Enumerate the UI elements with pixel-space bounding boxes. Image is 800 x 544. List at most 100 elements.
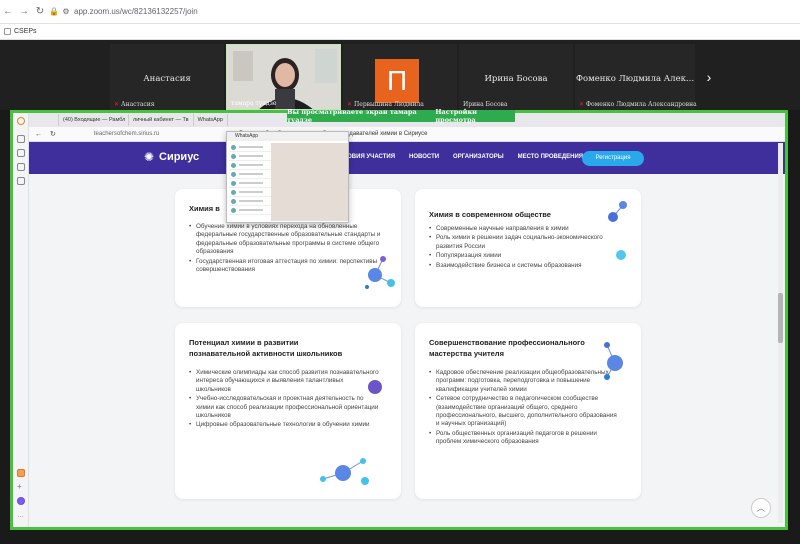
alice-icon[interactable] <box>17 497 25 505</box>
inner-url[interactable]: teachersofchem.sirius.ru <box>94 131 159 137</box>
tab-controls <box>29 114 59 126</box>
mic-muted-icon: ✕ <box>114 101 120 108</box>
participant-tile[interactable]: Анастасия ✕ Анастасия <box>110 44 224 110</box>
site-settings-icon[interactable]: ⚙ <box>60 7 72 16</box>
site-header: ✺ Сириус УСЛОВИЯ УЧАСТИЯ НОВОСТИ ОРГАНИЗ… <box>29 142 785 174</box>
participant-name: Фоменко Людмила Алек... <box>575 74 695 84</box>
site-logo[interactable]: Сириус <box>159 151 199 163</box>
participant-label: ✕ Анастасия <box>114 101 155 108</box>
mic-muted-icon: ✕ <box>579 101 585 108</box>
chevron-up-icon: ︿ <box>756 503 766 513</box>
chat-item[interactable] <box>229 197 271 206</box>
whatsapp-content <box>229 143 348 221</box>
address-bar[interactable]: app.zoom.us/wc/82136132257/join <box>74 7 198 16</box>
card-title: Химия в современном обществе <box>429 210 551 219</box>
bookmark-icon <box>4 28 11 35</box>
topic-card: Химия в современном обществе Современные… <box>415 189 641 307</box>
back-icon[interactable]: ← <box>0 6 16 17</box>
view-settings-button[interactable]: Настройки просмотра <box>435 108 515 124</box>
scroll-to-top-button[interactable]: ︿ <box>751 498 771 518</box>
vk-icon[interactable] <box>17 163 25 171</box>
participant-tile[interactable]: Фоменко Людмила Алек... ✕ Фоменко Людмила… <box>575 44 697 110</box>
list-item: Сетевое сотрудничество в педагогическом … <box>429 395 619 429</box>
chat-item[interactable] <box>229 170 271 179</box>
molecule-icon <box>595 337 635 381</box>
bookmarks-bar: CSEPs <box>0 24 800 40</box>
list-item: Кадровое обеспечение реализации общеобра… <box>429 369 619 394</box>
participant-name: Ирина Босова <box>484 74 548 84</box>
participant-label: Ирина Босова <box>463 101 508 108</box>
participant-label: тамара туадзе <box>231 100 277 107</box>
list-item: Роль химии в решении задач социально-эко… <box>429 234 629 251</box>
extension-icon[interactable] <box>17 469 25 477</box>
more-icon[interactable]: … <box>17 512 25 521</box>
list-item: Роль общественных организаций педагогов … <box>429 430 619 447</box>
scrollbar[interactable] <box>778 143 783 523</box>
card-list: Химические олимпиады как способ развития… <box>189 369 379 431</box>
mic-muted-icon: ✕ <box>347 101 353 108</box>
scroll-thumb[interactable] <box>778 293 783 343</box>
chat-item[interactable] <box>229 206 271 215</box>
list-item: Современные научные направления в химии <box>429 225 629 234</box>
molecule-icon <box>315 451 377 491</box>
participant-label: ✕ Первышина Людмила <box>347 101 424 108</box>
back-icon[interactable]: ← <box>35 131 42 138</box>
list-item: Государственная итоговая аттестация по х… <box>189 258 389 275</box>
lock-icon[interactable]: 🔒 <box>48 7 60 16</box>
participant-tile[interactable]: П ✕ Первышина Людмила <box>343 44 457 110</box>
nav-item-venue[interactable]: МЕСТО ПРОВЕДЕНИЯ <box>518 154 584 160</box>
register-button[interactable]: Регистрация <box>582 151 644 166</box>
chat-list <box>229 143 271 221</box>
chat-item[interactable] <box>229 152 271 161</box>
nav-item-news[interactable]: НОВОСТИ <box>409 154 439 160</box>
share-notice: Вы просматриваете экран тамара туадзе <box>287 108 417 124</box>
whatsapp-title: WhatsApp <box>227 132 348 141</box>
chat-item[interactable] <box>229 143 271 152</box>
browser-sidebar: + … <box>13 113 29 527</box>
topic-card: Совершенствование профессионального маст… <box>415 323 641 499</box>
molecule-icon <box>601 199 637 261</box>
reading-list-icon[interactable] <box>17 177 25 185</box>
bookmark-item[interactable]: CSEPs <box>14 28 37 35</box>
participant-name: Анастасия <box>143 74 191 84</box>
profile-icon[interactable] <box>17 117 25 125</box>
participant-tile[interactable]: Ирина Босова Ирина Босова <box>459 44 573 110</box>
card-title: Совершенствование профессионального маст… <box>429 338 585 358</box>
list-item: Цифровые образовательные технологии в об… <box>189 421 379 430</box>
browser-tab[interactable]: WhatsApp <box>194 114 228 126</box>
molecule-icon <box>365 377 385 397</box>
list-item: Популяризация химии <box>429 252 629 261</box>
chat-item[interactable] <box>229 188 271 197</box>
downloads-icon[interactable] <box>17 149 25 157</box>
inner-address-bar: ← ↻ teachersofchem.sirius.ru Всероссийск… <box>29 127 785 142</box>
add-icon[interactable]: + <box>17 483 25 491</box>
browser-tab[interactable]: (40) Входящие — Рамбл <box>59 114 129 126</box>
list-item: Обучение химии в условиях перехода на об… <box>189 223 389 257</box>
participant-label: ✕ Фоменко Людмила Александровна <box>579 101 697 108</box>
topic-card: Потенциал химии в развитии познавательно… <box>175 323 401 499</box>
shared-screen: + … (40) Входящие — Рамбл личный кабинет… <box>10 110 788 530</box>
browser-toolbar: ← → ↻ 🔒 ⚙ app.zoom.us/wc/82136132257/joi… <box>0 0 800 24</box>
reload-icon[interactable]: ↻ <box>32 6 48 17</box>
card-list: Современные научные направления в химии … <box>429 225 629 271</box>
list-item: Учебно-исследовательская и проектная дея… <box>189 395 379 420</box>
next-page-button[interactable]: › <box>698 64 720 90</box>
avatar: П <box>375 59 419 103</box>
forward-icon[interactable]: → <box>16 6 32 17</box>
browser-tab[interactable]: личный кабинет — Тв <box>129 114 194 126</box>
participant-strip: Анастасия ✕ Анастасия тамара туадзе П ✕ Пе… <box>0 40 800 110</box>
reload-icon[interactable]: ↻ <box>50 130 56 138</box>
site-nav: УСЛОВИЯ УЧАСТИЯ НОВОСТИ ОРГАНИЗАТОРЫ МЕС… <box>335 154 583 160</box>
sirius-logo-icon: ✺ <box>144 150 155 164</box>
nav-item-organizers[interactable]: ОРГАНИЗАТОРЫ <box>453 154 504 160</box>
whatsapp-preview[interactable]: WhatsApp <box>226 131 349 223</box>
chevron-right-icon: › <box>706 69 712 85</box>
participant-video-tile[interactable]: тамара туадзе <box>226 44 341 110</box>
chat-item[interactable] <box>229 179 271 188</box>
history-icon[interactable] <box>17 135 25 143</box>
card-list: Кадровое обеспечение реализации общеобра… <box>429 369 619 448</box>
card-list: Обучение химии в условиях перехода на об… <box>189 223 389 275</box>
list-item: Взаимодействие бизнеса и системы образов… <box>429 262 629 271</box>
molecule-icon <box>361 251 397 293</box>
chat-item[interactable] <box>229 161 271 170</box>
